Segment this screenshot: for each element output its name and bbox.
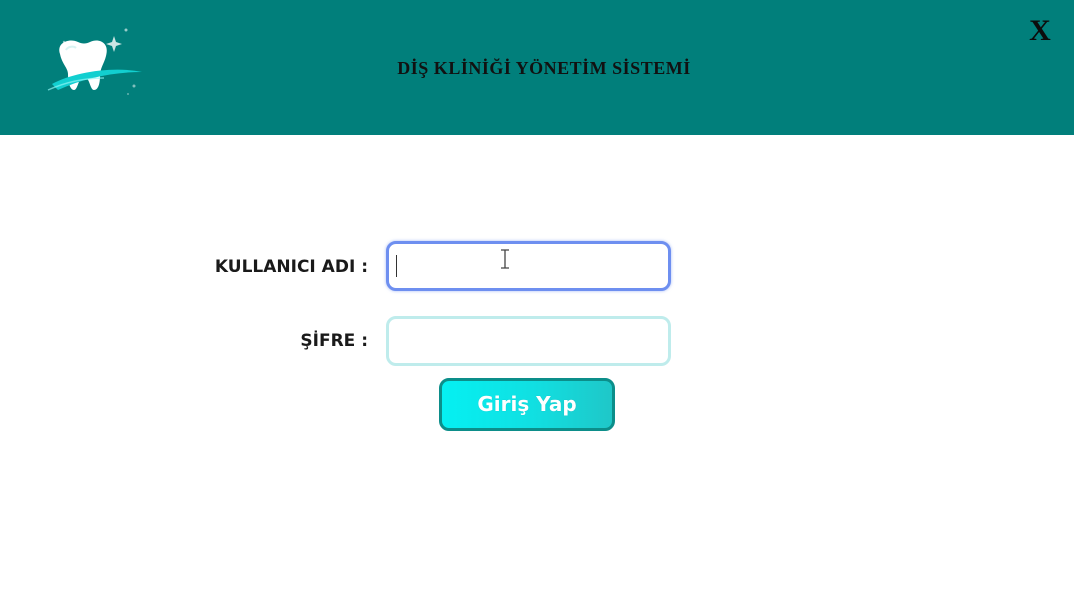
username-input[interactable] — [386, 241, 671, 291]
header-bar: DİŞ KLİNİĞİ YÖNETİM SİSTEMİ X — [0, 0, 1074, 135]
ibeam-cursor-icon — [501, 249, 509, 269]
username-label: KULLANICI ADI : — [214, 257, 368, 277]
password-input[interactable] — [386, 316, 671, 366]
password-label: ŞİFRE : — [300, 331, 368, 351]
close-button[interactable]: X — [1024, 14, 1056, 48]
text-caret — [396, 255, 397, 277]
login-button[interactable]: Giriş Yap — [439, 378, 615, 431]
login-window: DİŞ KLİNİĞİ YÖNETİM SİSTEMİ X KULLANICI … — [0, 0, 1074, 605]
app-title: DİŞ KLİNİĞİ YÖNETİM SİSTEMİ — [397, 58, 691, 78]
